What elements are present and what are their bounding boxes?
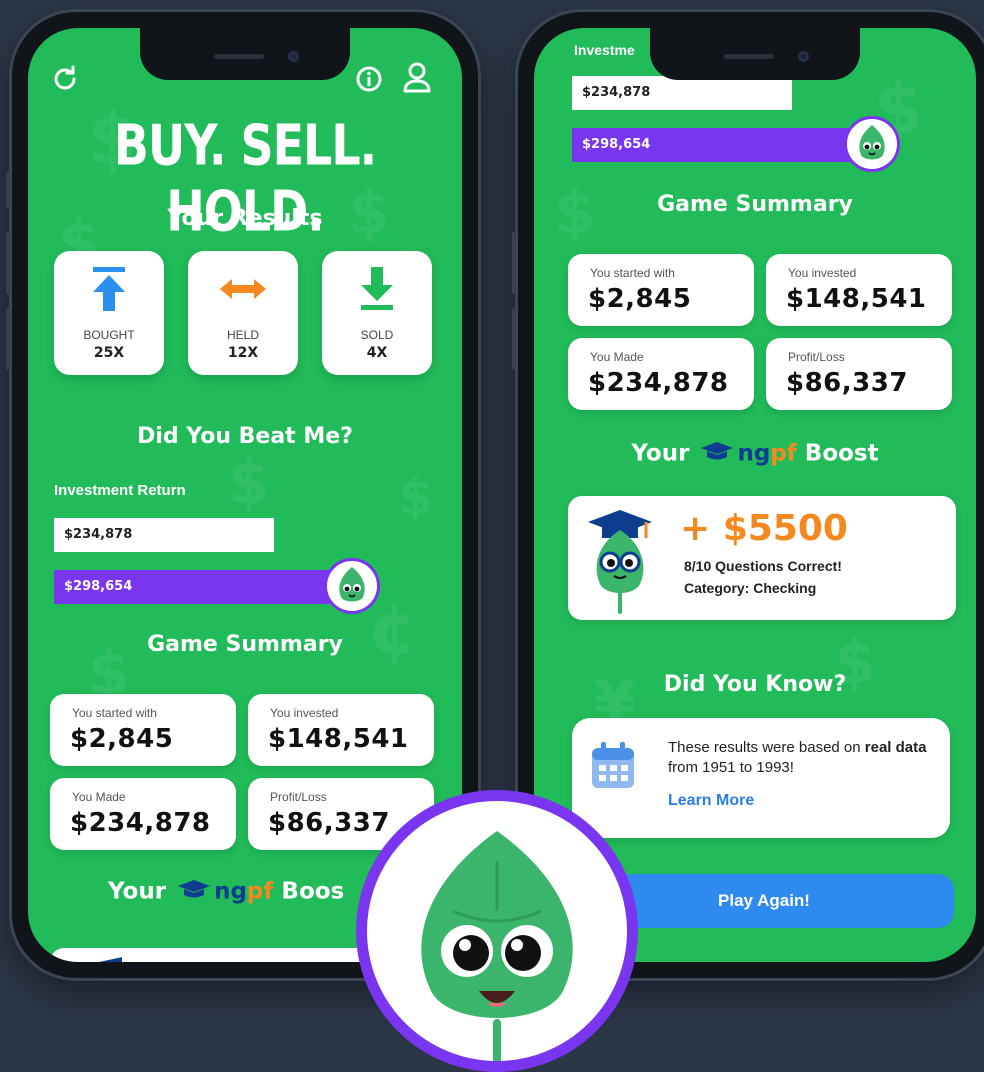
- mascot-return-bar: $298,654: [572, 128, 872, 162]
- tile-label: SOLD: [360, 328, 394, 342]
- tile-label: HELD: [226, 328, 259, 342]
- investment-return-label-partial: Investme: [574, 42, 635, 58]
- card-value: $2,845: [70, 724, 174, 754]
- results-heading: Your Results: [167, 206, 323, 231]
- user-return-value: $234,878: [582, 85, 651, 100]
- know-text-bold: real data: [864, 739, 927, 756]
- know-text-prefix: These results were based on: [668, 739, 861, 756]
- mascot-return-value: $298,654: [582, 137, 651, 152]
- tile-held: HELD 12X: [188, 251, 298, 375]
- info-icon[interactable]: [354, 64, 384, 94]
- user-return-bar: $234,878: [54, 518, 274, 552]
- boost-heading: Your ngpf Boost: [534, 440, 976, 468]
- summary-card-started: You started with $2,845: [568, 254, 754, 326]
- calendar-icon: [590, 740, 636, 790]
- user-return-bar: $234,878: [572, 76, 792, 110]
- card-label: You started with: [72, 706, 157, 720]
- boost-pf: pf: [246, 878, 274, 905]
- notch: [140, 28, 350, 80]
- graduation-cap-partial-icon: [76, 957, 122, 962]
- card-value: $148,541: [268, 724, 409, 754]
- tile-value: 4X: [366, 345, 388, 361]
- mascot-return-value: $298,654: [64, 579, 133, 594]
- phone-volume-up: [6, 232, 10, 294]
- graduation-cap-icon: [176, 878, 212, 906]
- card-label: Profit/Loss: [788, 350, 845, 364]
- boost-card: + $5500 8/10 Questions Correct! Category…: [568, 496, 956, 620]
- leaf-mascot-small-icon: [324, 558, 380, 614]
- refresh-icon[interactable]: [50, 64, 80, 94]
- boost-your: Your: [631, 440, 690, 467]
- boost-suffix: Boost: [804, 440, 879, 467]
- summary-card-invested: You invested $148,541: [766, 254, 952, 326]
- summary-card-profit: Profit/Loss $86,337: [766, 338, 952, 410]
- card-value: $234,878: [70, 808, 211, 838]
- phone-volume-down: [6, 308, 10, 370]
- know-text: These results were based on real data fr…: [668, 738, 938, 778]
- know-heading: Did You Know?: [663, 672, 847, 697]
- graduation-cap-icon: [699, 440, 735, 468]
- phone-side-button: [6, 172, 10, 208]
- graduate-mascot-icon: [584, 504, 660, 616]
- card-label: You Made: [72, 790, 126, 804]
- boost-pf: pf: [770, 440, 797, 467]
- tile-value: 12X: [227, 345, 259, 361]
- user-return-value: $234,878: [64, 527, 133, 542]
- boost-category: Category: Checking: [684, 580, 817, 596]
- tile-label: BOUGHT: [83, 328, 135, 342]
- boost-ng: ng: [214, 878, 247, 905]
- card-label: You invested: [270, 706, 339, 720]
- tile-bought: BOUGHT 25X: [54, 251, 164, 375]
- card-label: Profit/Loss: [270, 790, 327, 804]
- phone-volume-up: [512, 232, 516, 294]
- user-icon[interactable]: [400, 60, 434, 94]
- tile-value: 25X: [93, 345, 125, 361]
- know-text-suffix: from 1951 to 1993!: [668, 759, 794, 776]
- summary-card-made: You Made $234,878: [568, 338, 754, 410]
- arrow-up-icon: [54, 267, 164, 311]
- boost-ng: ng: [737, 440, 771, 467]
- boost-heading: Your ngpf Boos: [108, 878, 344, 906]
- leaf-mascot-icon: [356, 790, 638, 1072]
- card-value: $86,337: [786, 368, 908, 398]
- mascot-return-bar: $298,654: [54, 570, 354, 604]
- card-label: You started with: [590, 266, 675, 280]
- beat-heading: Did You Beat Me?: [137, 424, 353, 449]
- boost-questions: 8/10 Questions Correct!: [684, 558, 842, 574]
- know-card: These results were based on real data fr…: [572, 718, 950, 838]
- leaf-mascot-small-icon: [844, 116, 900, 172]
- investment-return-label: Investment Return: [54, 482, 186, 499]
- boost-your: Your: [108, 878, 167, 905]
- double-arrow-icon: [188, 267, 298, 309]
- boost-amount: + $5500: [680, 508, 848, 549]
- card-label: You Made: [590, 350, 644, 364]
- screen-left: $ $ ¥ $ $ $ ¢ $ BUY. SELL. HOLD. Your Re…: [28, 28, 462, 962]
- screen-right: $ $ $ $ ¥ Investme $234,878 $298,654 Gam…: [534, 28, 976, 962]
- notch: [650, 28, 860, 80]
- download-icon: [322, 267, 432, 310]
- tile-sold: SOLD 4X: [322, 251, 432, 375]
- card-label: You invested: [788, 266, 857, 280]
- summary-card-started: You started with $2,845: [50, 694, 236, 766]
- summary-heading: Game Summary: [147, 632, 343, 657]
- summary-heading: Game Summary: [657, 192, 853, 217]
- learn-more-link[interactable]: Learn More: [668, 792, 754, 810]
- card-value: $234,878: [588, 368, 729, 398]
- card-value: $86,337: [268, 808, 390, 838]
- card-value: $2,845: [588, 284, 692, 314]
- summary-card-invested: You invested $148,541: [248, 694, 434, 766]
- card-value: $148,541: [786, 284, 927, 314]
- boost-suffix: Boos: [281, 878, 345, 905]
- phone-volume-down: [512, 308, 516, 370]
- summary-card-made: You Made $234,878: [50, 778, 236, 850]
